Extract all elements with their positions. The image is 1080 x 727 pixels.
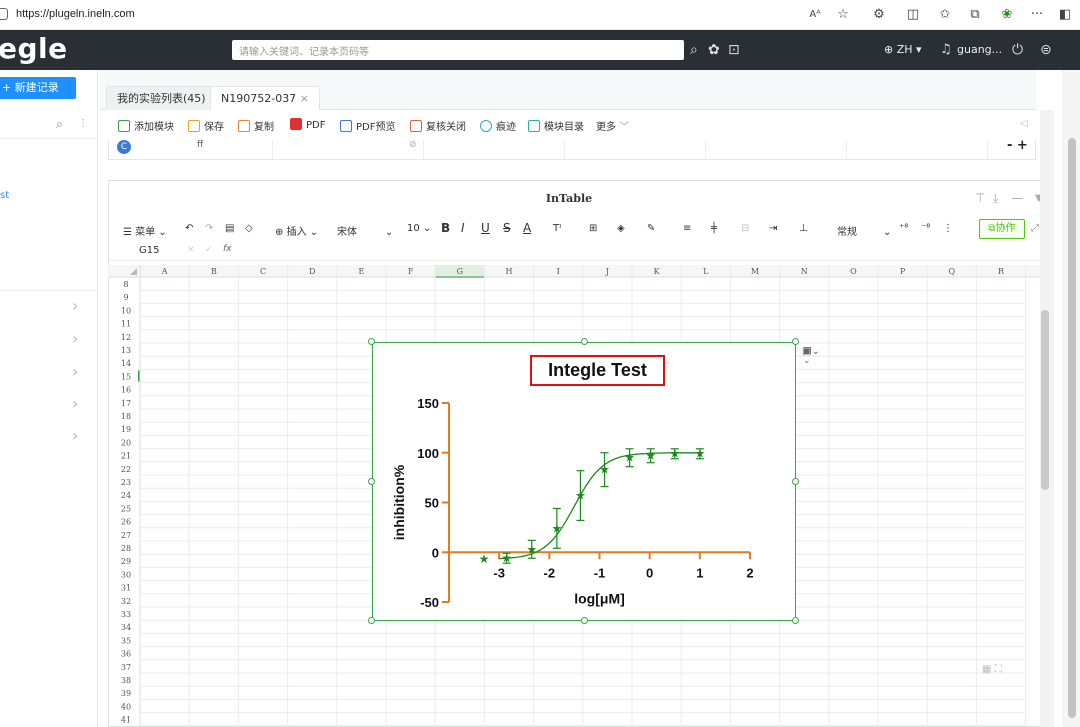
column-header-G[interactable]: G xyxy=(457,267,463,276)
row-header-31[interactable]: 31 xyxy=(121,584,131,593)
data-point: ★ xyxy=(624,451,635,465)
row-header-28[interactable]: 28 xyxy=(121,544,131,553)
chart-title: Integle Test xyxy=(548,360,647,380)
row-header-14[interactable]: 14 xyxy=(121,359,131,368)
row-header-10[interactable]: 10 xyxy=(121,306,131,315)
row-header-37[interactable]: 37 xyxy=(121,663,131,672)
column-header-J[interactable]: J xyxy=(605,267,609,276)
x-tick-label: -3 xyxy=(493,565,505,580)
row-header-35[interactable]: 35 xyxy=(121,636,131,645)
resize-handle[interactable] xyxy=(368,617,375,624)
row-header-32[interactable]: 32 xyxy=(121,597,131,606)
column-header-E[interactable]: E xyxy=(358,267,364,276)
row-header-20[interactable]: 20 xyxy=(121,438,131,447)
row-header-22[interactable]: 22 xyxy=(121,465,131,474)
row-header-8[interactable]: 8 xyxy=(123,280,128,289)
row-header-9[interactable]: 9 xyxy=(123,293,128,302)
sheet-zoom-icon[interactable]: ▦ ⛶ xyxy=(982,664,1002,675)
x-tick-label: -2 xyxy=(544,565,556,580)
x-tick-label: -1 xyxy=(594,565,606,580)
resize-handle[interactable] xyxy=(368,478,375,485)
row-header-30[interactable]: 30 xyxy=(121,570,131,579)
row-header-13[interactable]: 13 xyxy=(121,346,131,355)
data-point: ★ xyxy=(599,463,610,477)
row-header-16[interactable]: 16 xyxy=(121,386,131,395)
column-header-D[interactable]: D xyxy=(309,267,315,276)
x-axis-label: log[μM] xyxy=(574,590,625,606)
y-tick-label: 0 xyxy=(432,545,439,560)
y-tick-label: 50 xyxy=(425,496,439,511)
sheet-scroll-thumb[interactable] xyxy=(1041,310,1049,490)
resize-handle[interactable] xyxy=(581,338,588,345)
page-scroll-thumb[interactable] xyxy=(1068,138,1076,718)
column-header-R[interactable]: R xyxy=(998,267,1005,276)
row-header-26[interactable]: 26 xyxy=(121,518,131,527)
resize-handle[interactable] xyxy=(581,617,588,624)
row-header-21[interactable]: 21 xyxy=(121,452,131,461)
column-header-P[interactable]: P xyxy=(900,267,906,276)
x-tick-label: 1 xyxy=(696,565,703,580)
row-header-24[interactable]: 24 xyxy=(121,491,131,500)
column-header-Q[interactable]: Q xyxy=(949,267,956,276)
resize-handle[interactable] xyxy=(368,338,375,345)
column-header-O[interactable]: O xyxy=(850,267,857,276)
data-point: ★ xyxy=(694,447,705,461)
column-header-F[interactable]: F xyxy=(408,267,414,276)
data-point: ★ xyxy=(645,449,656,463)
row-header-19[interactable]: 19 xyxy=(121,425,131,434)
column-header-H[interactable]: H xyxy=(506,267,513,276)
row-header-33[interactable]: 33 xyxy=(121,610,131,619)
column-header-N[interactable]: N xyxy=(801,267,808,276)
row-header-41[interactable]: 41 xyxy=(121,716,131,725)
row-header-23[interactable]: 23 xyxy=(121,478,131,487)
row-header-40[interactable]: 40 xyxy=(121,702,131,711)
row-header-25[interactable]: 25 xyxy=(121,504,131,513)
row-header-34[interactable]: 34 xyxy=(121,623,131,632)
x-tick-label: 0 xyxy=(646,565,653,580)
resize-handle[interactable] xyxy=(792,617,799,624)
x-tick-label: 2 xyxy=(746,565,753,580)
row-header-17[interactable]: 17 xyxy=(121,399,131,408)
row-header-15[interactable]: 15 xyxy=(121,372,131,381)
row-header-27[interactable]: 27 xyxy=(121,531,131,540)
column-header-M[interactable]: M xyxy=(751,267,759,276)
data-point: ★ xyxy=(526,542,537,556)
row-header-29[interactable]: 29 xyxy=(121,557,131,566)
data-point: ★ xyxy=(501,551,512,565)
row-header-12[interactable]: 12 xyxy=(121,333,131,342)
column-header-A[interactable]: A xyxy=(161,267,168,276)
y-axis-label: inhibition% xyxy=(391,464,407,540)
data-point: ★ xyxy=(551,521,562,535)
y-tick-label: 100 xyxy=(417,446,439,461)
y-tick-label: -50 xyxy=(420,595,439,610)
column-header-B[interactable]: B xyxy=(211,267,217,276)
y-tick-label: 150 xyxy=(417,396,439,411)
data-point: ★ xyxy=(669,447,680,461)
column-header-L[interactable]: L xyxy=(703,267,709,276)
chart-options-icon[interactable]: ▣⌄ xyxy=(802,346,820,357)
column-header-C[interactable]: C xyxy=(260,267,266,276)
dose-response-chart: Integle Test -50 0 50 100 150 inhibition% -3 -2 -… xyxy=(391,355,754,610)
row-header-39[interactable]: 39 xyxy=(121,689,131,698)
row-header-36[interactable]: 36 xyxy=(121,650,131,659)
data-point: ★ xyxy=(479,552,490,566)
row-header-11[interactable]: 11 xyxy=(121,320,131,329)
data-point: ★ xyxy=(575,489,586,503)
row-header-18[interactable]: 18 xyxy=(121,412,131,421)
app-window: https://plugeln.ineln.com Aᴬ ☆ ⚙ ◫ ✩ ⧉ ❀… xyxy=(0,0,1080,727)
resize-handle[interactable] xyxy=(792,478,799,485)
column-header-K[interactable]: K xyxy=(654,267,661,276)
resize-handle[interactable] xyxy=(792,338,799,345)
row-header-38[interactable]: 38 xyxy=(121,676,131,685)
chart-object[interactable]: Integle Test -50 0 50 100 150 inhibition% -3 -2 -… xyxy=(372,342,812,621)
column-header-I[interactable]: I xyxy=(557,267,560,276)
